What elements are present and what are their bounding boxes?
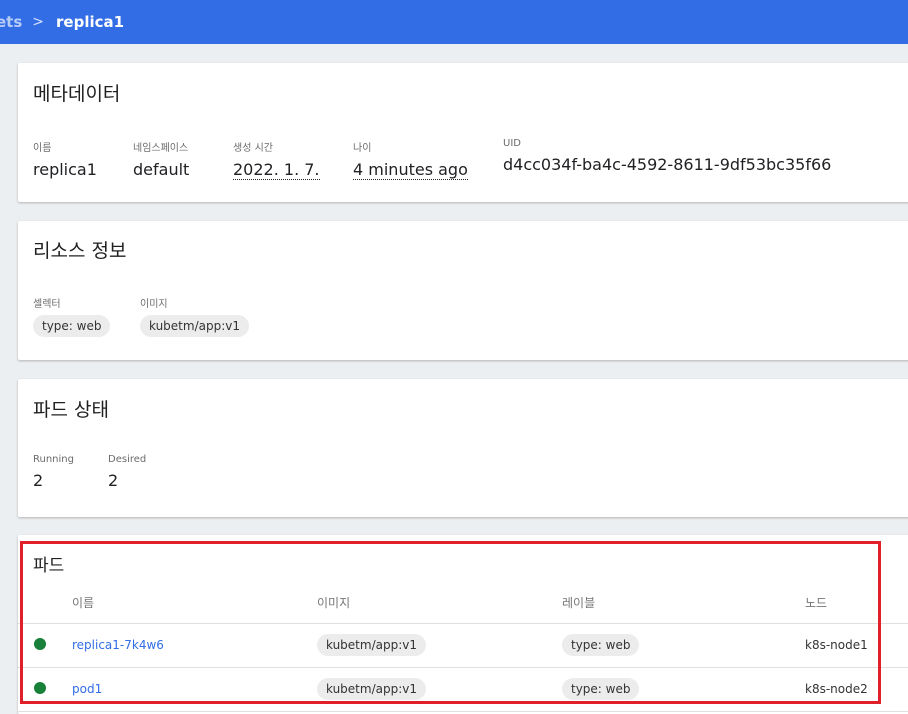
pod-name-link[interactable]: pod1 xyxy=(72,682,102,696)
field-label: 나이 xyxy=(353,143,372,154)
label-chip[interactable]: type: web xyxy=(562,634,640,656)
metadata-card: 메타데이터 이름 replica1 네임스페이스 default 생성 시간 2… xyxy=(18,63,908,202)
column-image: 이미지 xyxy=(317,583,562,624)
age-value[interactable]: 4 minutes ago xyxy=(353,160,468,180)
created-time-value[interactable]: 2022. 1. 7. xyxy=(233,160,320,180)
field-value: replica1 xyxy=(33,160,97,179)
resource-info-card: 리소스 정보 셀렉터 type: web 이미지 kubetm/app:v1 xyxy=(18,221,908,360)
table-header-row: 이름 이미지 레이블 노드 xyxy=(18,583,908,624)
resource-info-title: 리소스 정보 xyxy=(33,240,127,262)
pods-title: 파드 xyxy=(33,556,65,576)
top-bar: ets > replica1 xyxy=(0,0,908,44)
field-label: UID xyxy=(503,138,521,149)
column-labels: 레이블 xyxy=(562,583,805,624)
image-chip[interactable]: kubetm/app:v1 xyxy=(317,634,426,656)
node-name[interactable]: k8s-node1 xyxy=(805,623,908,668)
pod-name-link[interactable]: replica1-7k4w6 xyxy=(72,638,164,652)
pod-status-title: 파드 상태 xyxy=(33,399,109,421)
label-chip[interactable]: type: web xyxy=(562,678,640,700)
field-label: 이름 xyxy=(33,143,52,154)
field-namespace: 네임스페이스 default xyxy=(133,139,189,179)
field-value: default xyxy=(133,160,190,179)
field-created: 생성 시간 2022. 1. 7. xyxy=(233,139,320,180)
status-ok-icon xyxy=(34,681,46,694)
field-selector: 셀렉터 type: web xyxy=(33,295,111,337)
field-desired: Desired 2 xyxy=(108,454,146,490)
chevron-right-icon: > xyxy=(32,14,45,30)
field-label: 네임스페이스 xyxy=(133,143,189,154)
desired-count: 2 xyxy=(108,471,119,490)
table-row: pod1 kubetm/app:v1 type: web k8s-node2 xyxy=(18,667,908,712)
field-running: Running 2 xyxy=(33,454,74,490)
image-chip[interactable]: kubetm/app:v1 xyxy=(140,315,249,337)
breadcrumb-previous[interactable]: ets xyxy=(0,13,22,31)
field-image: 이미지 kubetm/app:v1 xyxy=(140,295,249,337)
field-age: 나이 4 minutes ago xyxy=(353,139,468,180)
running-count: 2 xyxy=(33,471,44,490)
field-label: 이미지 xyxy=(140,299,168,310)
field-label: Running xyxy=(33,454,74,465)
pod-status-card: 파드 상태 Running 2 Desired 2 xyxy=(18,379,908,517)
table-row: replica1-7k4w6 kubetm/app:v1 type: web k… xyxy=(18,623,908,668)
field-name: 이름 replica1 xyxy=(33,139,97,179)
field-label: Desired xyxy=(108,454,147,465)
selector-chip[interactable]: type: web xyxy=(33,315,111,337)
field-uid: UID d4cc034f-ba4c-4592-8611-9df53bc35f66 xyxy=(503,138,831,174)
pods-card: 파드 이름 이미지 레이블 노드 replica1-7k4w6 kubetm/a… xyxy=(18,535,908,714)
image-chip[interactable]: kubetm/app:v1 xyxy=(317,678,426,700)
status-ok-icon xyxy=(34,637,46,650)
metadata-title: 메타데이터 xyxy=(33,83,121,105)
column-name[interactable]: 이름 xyxy=(72,583,317,624)
field-value: d4cc034f-ba4c-4592-8611-9df53bc35f66 xyxy=(503,155,832,174)
pods-table: 이름 이미지 레이블 노드 replica1-7k4w6 kubetm/app:… xyxy=(18,583,908,712)
field-label: 셀렉터 xyxy=(33,299,61,310)
field-label: 생성 시간 xyxy=(233,143,273,154)
node-name[interactable]: k8s-node2 xyxy=(805,667,908,712)
breadcrumb-current: replica1 xyxy=(56,13,125,31)
column-node: 노드 xyxy=(805,583,908,624)
